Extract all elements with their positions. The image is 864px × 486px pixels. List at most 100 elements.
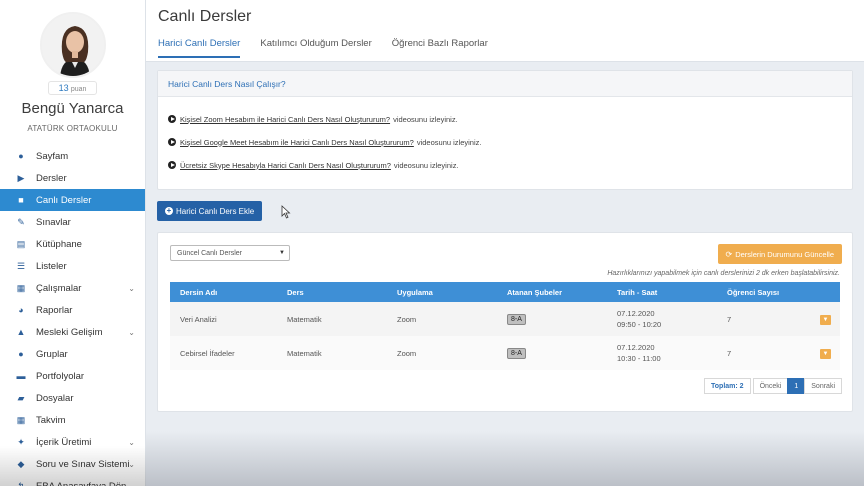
points-value: 13 [58, 83, 69, 93]
branch-badge: 8-A [507, 347, 526, 359]
sidebar-item-14[interactable]: ◆ Soru ve Sınav Sistemi ⌄ [0, 453, 145, 475]
add-external-lesson-button[interactable]: + Harici Canlı Ders Ekle [157, 201, 263, 221]
chevron-down-icon[interactable]: ⌄ [128, 438, 135, 447]
lessons-table: Dersin Adı Ders Uygulama Atanan Şubeler … [170, 282, 840, 370]
tab-student-reports[interactable]: Öğrenci Bazlı Raporlar [392, 38, 488, 58]
sidebar-item-6[interactable]: ▦ Çalışmalar ⌄ [0, 277, 145, 299]
info-row-suffix: videosunu izleyiniz. [393, 114, 458, 124]
col-student-count[interactable]: Öğrenci Sayısı [717, 282, 810, 302]
play-circle-icon: ▶ [17, 172, 25, 183]
users-icon: ● [18, 349, 24, 359]
avatar[interactable] [39, 12, 106, 78]
folder-icon: ▰ [17, 392, 25, 403]
profile-panel: 13 puan Bengü Yanarca ATATÜRK ORTAOKULU [0, 0, 145, 133]
update-status-button[interactable]: ⟳ Derslerin Durumunu Güncelle [717, 244, 842, 264]
row-actions-dropdown-icon[interactable]: ▼ [820, 348, 831, 359]
content-icon: ✦ [17, 436, 25, 447]
chevron-down-icon[interactable]: ⌄ [128, 328, 135, 337]
col-branches[interactable]: Atanan Şubeler [497, 282, 607, 302]
info-panel-title: Harici Canlı Ders Nasıl Çalışır? [158, 71, 852, 97]
sidebar-item-13[interactable]: ✦ İçerik Üretimi ⌄ [0, 431, 145, 453]
sidebar-item-label: Dersler [36, 172, 67, 184]
video-camera-icon: ■ [18, 195, 24, 205]
sidebar-item-7[interactable]: ◕ Raporlar [0, 299, 145, 321]
lesson-filter-select[interactable]: Güncel Canlı Dersler ▼ [170, 245, 290, 261]
cell-actions: ▼ [810, 336, 840, 370]
cell-course: Matematik [287, 314, 322, 324]
sidebar-item-8[interactable]: ▲ Mesleki Gelişim ⌄ [0, 321, 145, 343]
meet-guide-link[interactable]: Kişisel Google Meet Hesabım ile Harici C… [180, 138, 414, 147]
add-button-label: Harici Canlı Ders Ekle [176, 206, 255, 216]
zoom-guide-link[interactable]: Kişisel Zoom Hesabım ile Harici Canlı De… [180, 115, 390, 124]
row-actions-dropdown-icon[interactable]: ▼ [820, 314, 831, 325]
tab-external-live-lessons[interactable]: Harici Canlı Dersler [158, 38, 241, 58]
next-page-button[interactable]: Sonraki [804, 378, 842, 394]
table-row[interactable]: Cebirsel İfadeler Matematik Zoom 8-A 07.… [170, 336, 840, 370]
play-icon [168, 138, 176, 146]
skype-guide-link[interactable]: Ücretsiz Skype Hesabıyla Harici Canlı De… [180, 161, 391, 170]
sidebar-item-12[interactable]: ▦ Takvim [0, 409, 145, 431]
plus-icon: + [165, 206, 173, 215]
col-app[interactable]: Uygulama [387, 282, 497, 302]
sidebar-nav: ● Sayfam ▶ Dersler ■ Canlı Dersler ✎ Sınavlar ▤ K… [0, 145, 145, 486]
chevron-down-icon: ▼ [279, 250, 285, 256]
cell-branch: 8-A [497, 302, 607, 336]
sidebar-item-label: Sınavlar [36, 216, 71, 228]
page-title: Canlı Dersler [158, 8, 252, 25]
cell-time: 10:30 - 11:00 [617, 354, 661, 363]
table-header-row: Dersin Adı Ders Uygulama Atanan Şubeler … [170, 282, 840, 302]
sidebar-item-label: Sayfam [36, 150, 69, 162]
question-icon: ◆ [17, 458, 25, 469]
sidebar-item-label: Kütüphane [36, 238, 82, 250]
col-lesson-name[interactable]: Dersin Adı [170, 282, 277, 302]
chevron-down-icon[interactable]: ⌄ [128, 284, 135, 293]
mouse-cursor-icon [281, 205, 291, 219]
sidebar-item-label: Çalışmalar [36, 282, 82, 294]
cell-date-time: 07.12.2020 09:50 - 10:20 [607, 302, 717, 336]
prev-page-button[interactable]: Önceki [752, 378, 789, 394]
table-row[interactable]: Veri Analizi Matematik Zoom 8-A 07.12.20… [170, 302, 840, 336]
calendar-icon: ▦ [16, 414, 26, 425]
pagination: Toplam: 2 Önceki 1 Sonraki [704, 378, 842, 394]
info-row-zoom: Kişisel Zoom Hesabım ile Harici Canlı De… [158, 113, 852, 125]
tab-participated-lessons[interactable]: Katılımcı Olduğum Dersler [260, 38, 371, 58]
user-icon: ● [18, 151, 24, 161]
main-content: Canlı Dersler Harici Canlı Dersler Katıl… [146, 0, 864, 486]
current-page-button[interactable]: 1 [787, 378, 806, 394]
sidebar-item-10[interactable]: ▬ Portfolyolar [0, 365, 145, 387]
branch-badge: 8-A [507, 313, 526, 325]
back-arrow-icon: ↰ [17, 480, 25, 486]
sidebar-item-3[interactable]: ✎ Sınavlar [0, 211, 145, 233]
sidebar-item-label: EBA Anasayfaya Dön [36, 480, 127, 486]
sidebar-item-9[interactable]: ● Gruplar [0, 343, 145, 365]
sidebar-item-0[interactable]: ● Sayfam [0, 145, 145, 167]
lessons-panel: Güncel Canlı Dersler ▼ ⟳ Derslerin Durum… [157, 232, 853, 412]
sidebar-item-4[interactable]: ▤ Kütüphane [0, 233, 145, 255]
sidebar-item-15[interactable]: ↰ EBA Anasayfaya Dön [0, 475, 145, 486]
cell-date: 07.12.2020 [617, 343, 655, 352]
info-panel: Harici Canlı Ders Nasıl Çalışır? Kişisel… [157, 70, 853, 190]
tasks-icon: ▦ [16, 282, 26, 293]
col-course[interactable]: Ders [277, 282, 387, 302]
info-row-suffix: videosunu izleyiniz. [393, 160, 459, 170]
tab-bar: Harici Canlı Dersler Katılımcı Olduğum D… [158, 38, 864, 58]
page-header: Canlı Dersler Harici Canlı Dersler Katıl… [146, 0, 864, 62]
cell-lesson-name: Veri Analizi [180, 314, 217, 324]
play-icon [168, 115, 176, 123]
school-name: ATATÜRK ORTAOKULU [27, 124, 118, 133]
lesson-filter-value: Güncel Canlı Dersler [177, 249, 242, 257]
sidebar-item-11[interactable]: ▰ Dosyalar [0, 387, 145, 409]
sidebar-item-5[interactable]: ☰ Listeler [0, 255, 145, 277]
total-count: Toplam: 2 [704, 378, 751, 394]
sidebar-item-label: Mesleki Gelişim [36, 326, 103, 338]
info-row-suffix: videosunu izleyiniz. [416, 137, 482, 147]
info-row-meet: Kişisel Google Meet Hesabım ile Harici C… [158, 136, 852, 148]
col-date-time[interactable]: Tarih - Saat [607, 282, 717, 302]
chevron-down-icon[interactable]: ⌄ [128, 460, 135, 469]
sidebar-item-1[interactable]: ▶ Dersler [0, 167, 145, 189]
pie-chart-icon: ◕ [18, 305, 24, 315]
sidebar-item-2[interactable]: ■ Canlı Dersler [0, 189, 145, 211]
cell-course: Matematik [287, 348, 322, 358]
points-label: puan [70, 86, 87, 93]
cell-time: 09:50 - 10:20 [617, 320, 662, 329]
